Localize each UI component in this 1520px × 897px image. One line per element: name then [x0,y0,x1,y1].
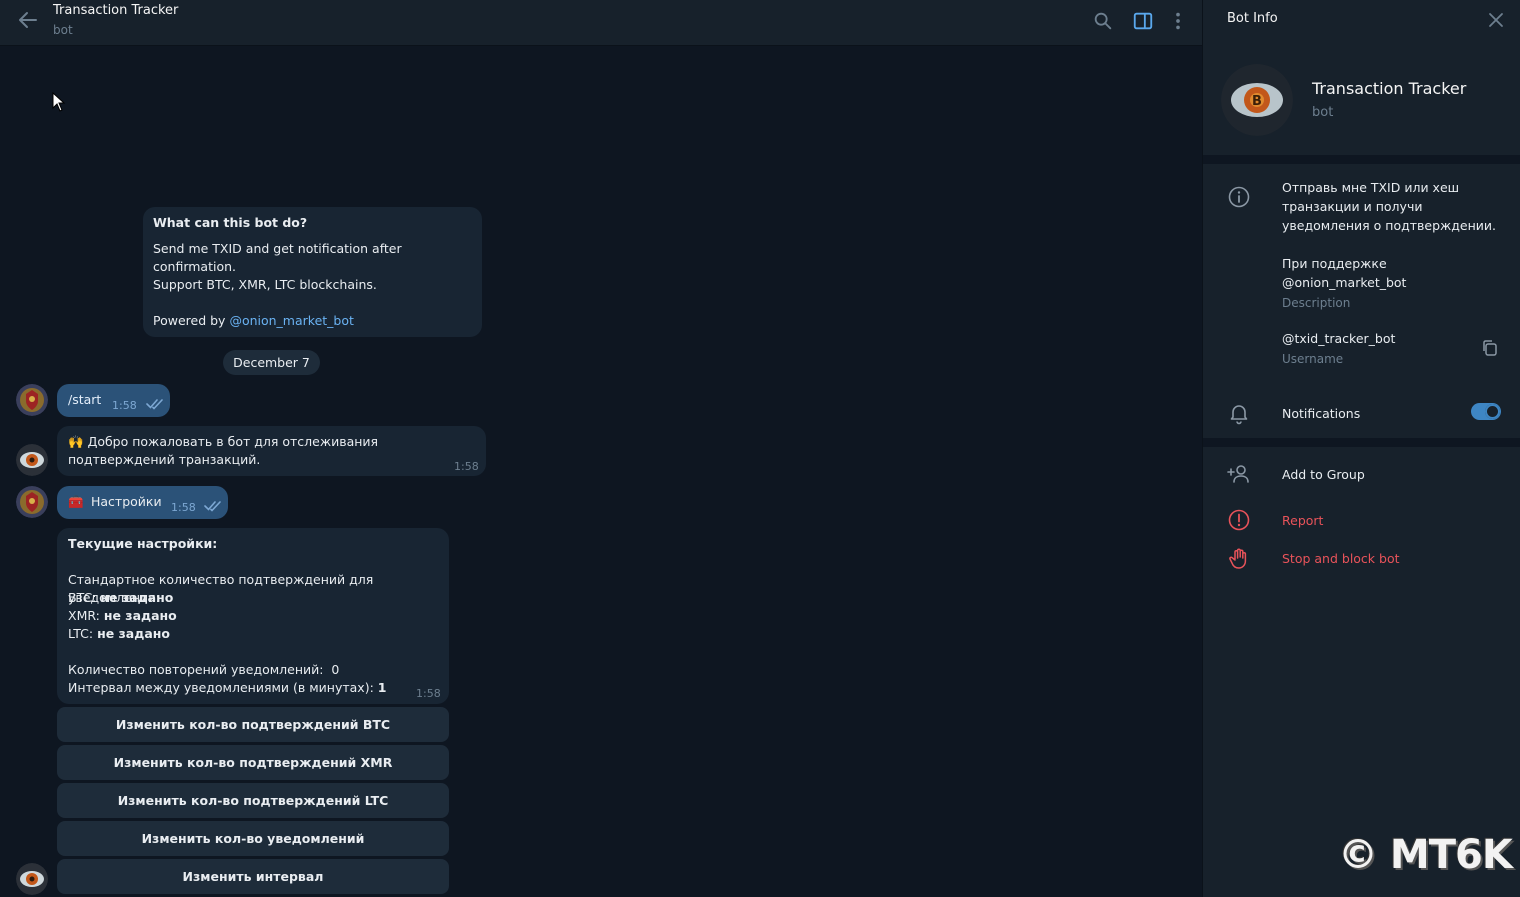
svg-text:B: B [1252,94,1262,109]
chat-area: Transaction Tracker bot What can this bo… [0,0,1202,897]
intro-heading: What can this bot do? [153,215,308,230]
double-check-icon [146,399,163,410]
settings-heading: Текущие настройки: [68,536,218,551]
bot-eye-icon [16,863,48,895]
notifications-label: Notifications [1282,406,1361,421]
message-time: 1:58 [171,501,196,514]
user-avatar[interactable] [16,384,48,416]
toolbox-icon: 🧰 [68,494,84,509]
change-xmr-confirmations-button[interactable]: Изменить кол-во подтверждений XMR [57,745,449,780]
intro-line-1: Send me TXID and get notification after … [153,241,402,274]
report-icon[interactable] [1227,508,1251,532]
bot-eye-icon: B [1221,64,1293,136]
interval-label: Интервал между уведомлениями (в минутах)… [68,680,378,695]
back-arrow-icon[interactable] [16,8,40,32]
raised-hands-icon: 🙌 [68,434,84,449]
message-text: Настройки [91,494,162,509]
powered-prefix: Powered by [153,313,230,328]
notifications-toggle[interactable] [1471,403,1501,420]
mouse-cursor-icon [52,92,66,112]
stop-block-button[interactable]: Stop and block bot [1282,549,1400,568]
sidebar-toggle-icon[interactable] [1132,10,1154,32]
settings-btc: BTC: не задано [68,589,173,607]
close-icon[interactable] [1487,11,1505,29]
message-settings-command: 🧰 Настройки 1:58 [57,486,228,519]
message-welcome: 🙌 Добро пожаловать в бот для отслеживани… [57,426,486,476]
btc-label: BTC: [68,590,101,605]
user-emblem-icon [16,486,48,518]
bell-icon [1230,405,1248,425]
report-button[interactable]: Report [1282,511,1323,530]
ltc-value: не задано [97,626,170,641]
panel-title: Bot Info [1227,11,1278,26]
message-start: /start 1:58 [57,384,170,417]
bot-intro-bubble: What can this bot do? Send me TXID and g… [143,207,482,337]
message-text: /start [68,392,102,407]
welcome-text: Добро пожаловать в бот для отслеживания … [68,434,379,467]
bot-info-panel: Bot Info B Transaction Tracker bot Отпра… [1202,0,1520,897]
info-icon [1228,186,1250,208]
settings-xmr: XMR: не задано [68,607,177,625]
change-notifications-count-button[interactable]: Изменить кол-во уведомлений [57,821,449,856]
chat-subtitle: bot [53,23,73,37]
hand-stop-icon[interactable] [1227,546,1251,570]
date-separator: December 7 [223,350,320,375]
settings-ltc: LTC: не задано [68,625,170,643]
more-vertical-icon[interactable] [1167,10,1189,32]
change-btc-confirmations-button[interactable]: Изменить кол-во подтверждений BTC [57,707,449,742]
chat-title[interactable]: Transaction Tracker [53,3,178,18]
interval-value: 1 [377,680,387,695]
section-divider [1203,438,1520,447]
bot-avatar[interactable] [16,444,48,476]
settings-repeat: Количество повторений уведомлений: 0 [68,662,340,677]
username-label: Username [1282,352,1344,366]
add-person-icon[interactable] [1227,462,1251,486]
user-avatar[interactable] [16,486,48,518]
bot-avatar[interactable] [16,863,48,895]
xmr-value: не задано [103,608,177,623]
intro-powered: Powered by @onion_market_bot [153,312,354,330]
copy-icon[interactable] [1481,339,1499,357]
username-link[interactable]: @txid_tracker_bot [1282,329,1395,348]
btc-value: не задано [100,590,174,605]
user-emblem-icon [16,384,48,416]
search-icon[interactable] [1092,10,1114,32]
profile-avatar[interactable]: B [1221,64,1293,136]
change-ltc-confirmations-button[interactable]: Изменить кол-во подтверждений LTC [57,783,449,818]
chat-header: Transaction Tracker bot [0,0,1202,46]
description-text: Отправь мне TXID или хеш транзакции и по… [1282,180,1496,233]
message-time: 1:58 [416,687,441,700]
watermark: © MT6K [1338,832,1513,878]
change-interval-button[interactable]: Изменить интервал [57,859,449,894]
support-text: При поддержке [1282,256,1387,271]
message-current-settings: Текущие настройки: Стандартное количеств… [57,528,449,704]
section-divider [1203,155,1520,164]
intro-line-2: Support BTC, XMR, LTC blockchains. [153,277,377,292]
double-check-icon [204,501,221,512]
bot-eye-icon [16,444,48,476]
ltc-label: LTC: [68,626,98,641]
powered-link[interactable]: @onion_market_bot [229,313,353,328]
profile-subtitle: bot [1312,105,1334,120]
description-label: Description [1282,296,1351,310]
add-to-group-button[interactable]: Add to Group [1282,465,1365,484]
xmr-label: XMR: [68,608,104,623]
support-link[interactable]: @onion_market_bot [1282,273,1406,292]
message-text: 🙌 Добро пожаловать в бот для отслеживани… [68,433,468,469]
message-time: 1:58 [112,399,137,412]
settings-interval: Интервал между уведомлениями (в минутах)… [68,679,386,697]
message-time: 1:58 [454,460,479,473]
profile-name: Transaction Tracker [1312,79,1467,98]
